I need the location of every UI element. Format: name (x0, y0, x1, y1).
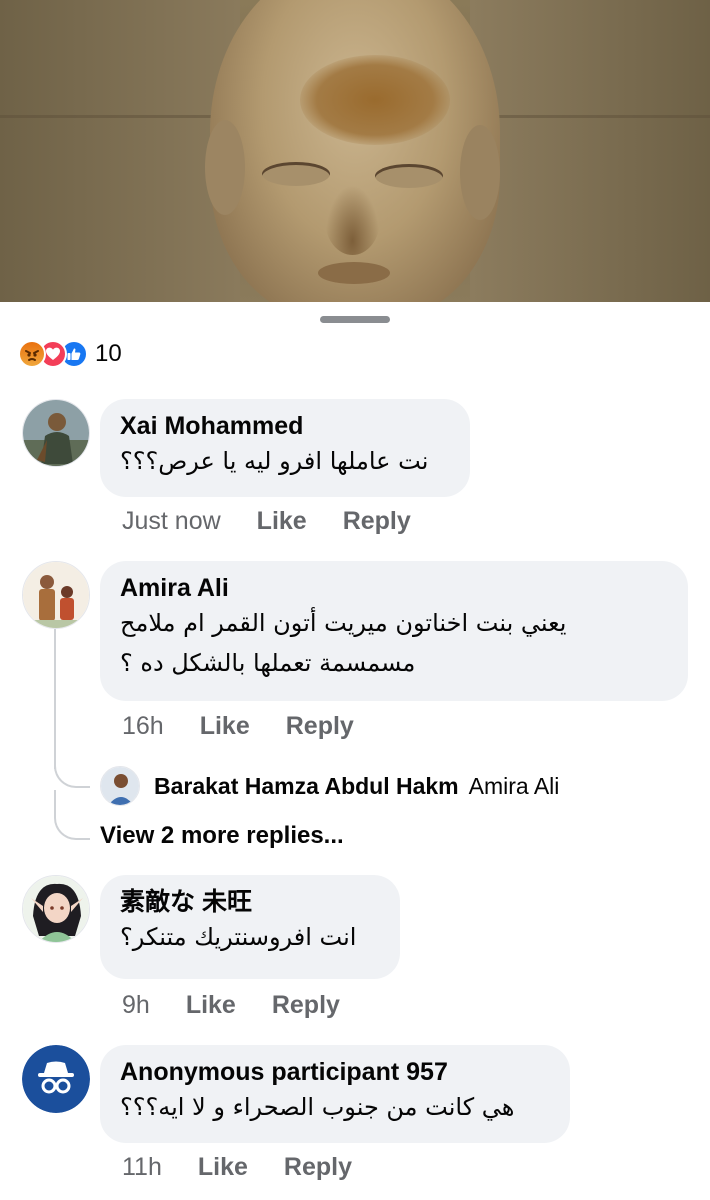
comment-text-line-1: يعني بنت اخناتون ميريت أتون القمر ام ملا… (120, 609, 567, 637)
comment-bubble[interactable]: Xai Mohammed نت عاملها افرو ليه يا عرص؟؟… (100, 399, 470, 497)
angry-icon (18, 340, 46, 368)
anonymous-icon (22, 1045, 90, 1113)
comment-author[interactable]: Anonymous participant 957 (120, 1057, 550, 1087)
reply-button[interactable]: Reply (284, 1153, 352, 1182)
comment-text: انت افروسنتريك متنكر؟ (120, 923, 357, 951)
avatar[interactable] (22, 561, 90, 629)
comment-actions: 16h Like Reply (122, 712, 390, 741)
avatar[interactable] (100, 766, 140, 806)
comment-bubble[interactable]: Anonymous participant 957 هي كانت من جنو… (100, 1045, 570, 1143)
comment-text: هي كانت من جنوب الصحراء و لا ايه؟؟؟ (120, 1093, 515, 1121)
photo-background-right (470, 0, 710, 302)
comment-bubble[interactable]: Amira Ali يعني بنت اخناتون ميريت أتون ال… (100, 561, 688, 701)
comment-actions: 9h Like Reply (122, 991, 376, 1020)
photo-background (0, 0, 240, 302)
comment-author[interactable]: 素敵な 未旺 (120, 887, 380, 917)
comment-author[interactable]: Amira Ali (120, 573, 668, 603)
reactions-summary[interactable]: 10 (18, 338, 122, 370)
comment-actions: Just now Like Reply (122, 507, 447, 536)
reply-button[interactable]: Reply (272, 991, 340, 1020)
comment-timestamp: Just now (122, 507, 221, 535)
avatar[interactable] (22, 1045, 90, 1113)
statue-ear-left (205, 120, 245, 215)
sheet-drag-handle[interactable] (320, 316, 390, 323)
statue-mouth (318, 262, 390, 284)
like-button[interactable]: Like (257, 507, 307, 536)
comment-author[interactable]: Xai Mohammed (120, 411, 450, 441)
comment-bubble[interactable]: 素敵な 未旺 انت افروسنتريك متنكر؟ (100, 875, 400, 979)
reply-preview[interactable]: Barakat Hamza Abdul Hakm Amira Ali (100, 766, 559, 806)
comment-actions: 11h Like Reply (122, 1153, 388, 1182)
comment-timestamp: 16h (122, 712, 164, 740)
comment-timestamp: 11h (122, 1153, 162, 1181)
comment-text: نت عاملها افرو ليه يا عرص؟؟؟ (120, 447, 429, 475)
more-replies-connector (54, 790, 90, 840)
comment-text-line-2: مسمسمة تعملها بالشكل ده ؟ (120, 649, 416, 677)
reply-connector (54, 760, 90, 788)
avatar[interactable] (22, 399, 90, 467)
reaction-count[interactable]: 10 (95, 340, 122, 368)
reply-button[interactable]: Reply (286, 712, 354, 741)
comment-timestamp: 9h (122, 991, 150, 1019)
reply-button[interactable]: Reply (343, 507, 411, 536)
statue-ear-right (460, 125, 500, 220)
statue-eye-left (262, 162, 330, 186)
post-photo[interactable] (0, 0, 710, 302)
avatar[interactable] (22, 875, 90, 943)
reply-author[interactable]: Barakat Hamza Abdul Hakm (154, 773, 459, 800)
statue-crown (300, 55, 450, 145)
statue-head (210, 0, 500, 302)
like-button[interactable]: Like (186, 991, 236, 1020)
statue-nose (325, 185, 380, 255)
like-button[interactable]: Like (200, 712, 250, 741)
reply-mention[interactable]: Amira Ali (469, 773, 560, 800)
thread-line (54, 629, 56, 769)
like-button[interactable]: Like (198, 1153, 248, 1182)
statue-eye-right (375, 164, 443, 188)
view-more-replies-link[interactable]: View 2 more replies... (100, 822, 344, 850)
